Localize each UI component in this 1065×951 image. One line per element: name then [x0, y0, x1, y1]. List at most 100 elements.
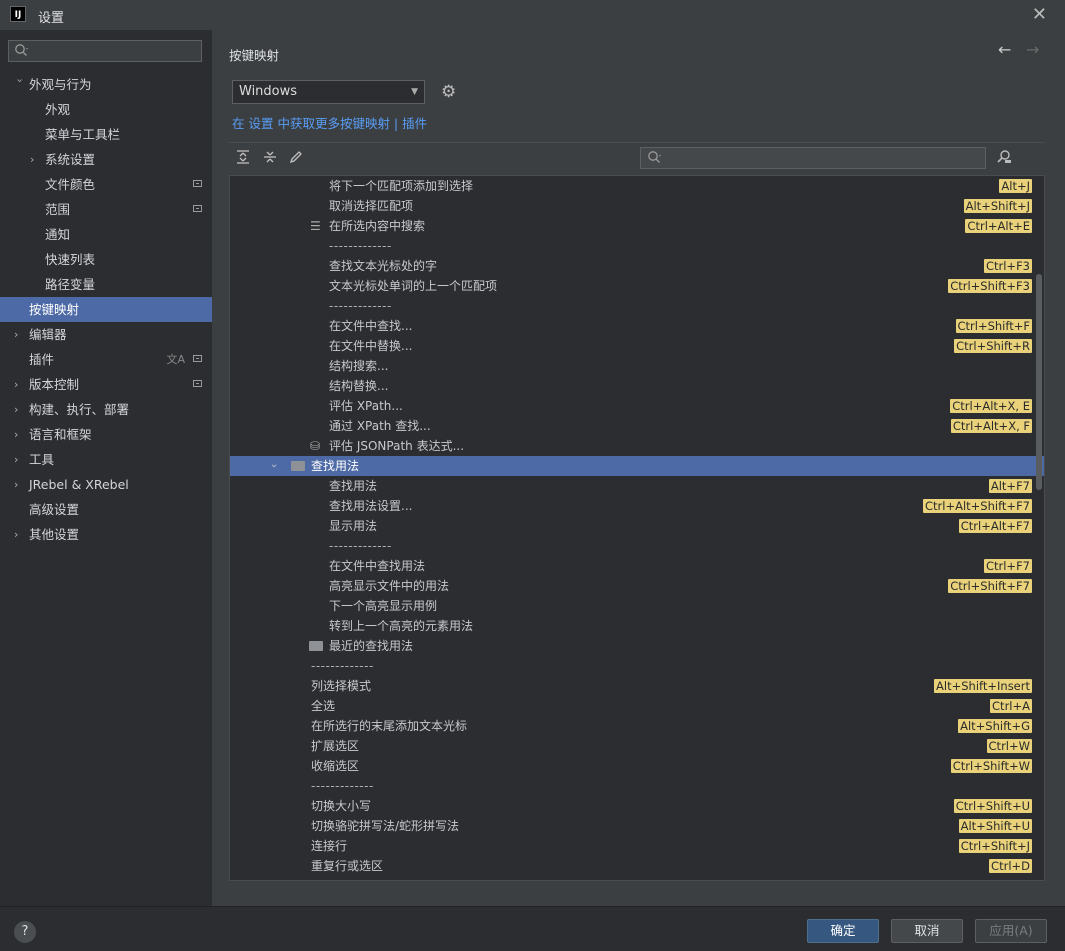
expand-all-icon[interactable]	[236, 150, 250, 168]
action-row[interactable]: 文本光标处单词的上一个匹配项 Ctrl+Shift+F3	[230, 276, 1044, 296]
sidebar-item[interactable]: › JRebel & XRebel	[0, 472, 212, 497]
action-label: 扩展选区	[311, 739, 360, 753]
action-row[interactable]: 转到上一个高亮的元素用法	[230, 616, 1044, 636]
sidebar-item[interactable]: 外观	[0, 97, 212, 122]
action-row[interactable]: 扩展选区 Ctrl+W	[230, 736, 1044, 756]
action-row[interactable]: 查找用法 Alt+F7	[230, 476, 1044, 496]
help-button[interactable]: ?	[14, 921, 36, 943]
action-row[interactable]: 评估 XPath... Ctrl+Alt+X, E	[230, 396, 1044, 416]
search-icon	[14, 43, 30, 62]
gear-icon[interactable]: ⚙	[441, 82, 456, 102]
keymap-links: 在 设置 中获取更多按键映射 | 插件	[232, 113, 427, 132]
sidebar-item[interactable]: 通知	[0, 222, 212, 247]
settings-tree: › 外观与行为 外观 菜单与工具栏 › 系统设置 文件颜色 范围 通知 快速列表 路径变量 按键映射 ›…	[0, 72, 212, 547]
settings-sidebar: › 外观与行为 外观 菜单与工具栏 › 系统设置 文件颜色 范围 通知 快速列表 路径变量 按键映射 ›…	[0, 30, 212, 906]
action-row[interactable]: 在文件中替换... Ctrl+Shift+R	[230, 336, 1044, 356]
sidebar-item[interactable]: › 外观与行为	[0, 72, 212, 97]
action-row[interactable]: 连接行 Ctrl+Shift+J	[230, 836, 1044, 856]
back-arrow-icon[interactable]: ←	[998, 40, 1011, 59]
action-row[interactable]: 下一个高亮显示用例	[230, 596, 1044, 616]
keymap-action-tree[interactable]: 将下一个匹配项添加到选择 Alt+J 取消选择匹配项 Alt+Shift+J ☰ 在所选内…	[229, 175, 1045, 881]
action-row[interactable]: 通过 XPath 查找... Ctrl+Alt+X, F	[230, 416, 1044, 436]
sidebar-item[interactable]: › 其他设置	[0, 522, 212, 547]
action-label: 列选择模式	[311, 679, 372, 693]
sidebar-item-label: 外观	[45, 102, 71, 117]
edit-pencil-icon[interactable]	[289, 150, 303, 168]
divider	[229, 142, 1045, 143]
more-keymaps-link[interactable]: 在 设置 中获取更多按键映射	[232, 116, 390, 131]
action-row[interactable]: ☰ 在所选内容中搜索 Ctrl+Alt+E	[230, 216, 1044, 236]
action-row[interactable]: 显示用法 Ctrl+Alt+F7	[230, 516, 1044, 536]
action-row[interactable]: 结构搜索...	[230, 356, 1044, 376]
action-filter-field[interactable]	[640, 147, 986, 170]
chevron-right-icon[interactable]: ›	[14, 472, 26, 497]
settings-search-field[interactable]	[8, 40, 202, 63]
action-row[interactable]: 切换大小写 Ctrl+Shift+U	[230, 796, 1044, 816]
action-row[interactable]: 在所选行的末尾添加文本光标 Alt+Shift+G	[230, 716, 1044, 736]
chevron-right-icon[interactable]: ›	[14, 522, 26, 547]
sidebar-item[interactable]: › 编辑器	[0, 322, 212, 347]
collapse-all-icon[interactable]	[263, 150, 277, 168]
apply-button[interactable]: 应用(A)	[975, 919, 1047, 943]
cancel-button[interactable]: 取消	[891, 919, 963, 943]
action-row[interactable]: 全选 Ctrl+A	[230, 696, 1044, 716]
action-label: 切换骆驼拼写法/蛇形拼写法	[311, 819, 460, 833]
chevron-right-icon[interactable]: ›	[14, 422, 26, 447]
action-filter-input[interactable]	[665, 148, 969, 170]
chevron-right-icon[interactable]: ›	[14, 447, 26, 472]
action-row[interactable]: 在文件中查找... Ctrl+Shift+F	[230, 316, 1044, 336]
list-scrollbar[interactable]	[1036, 274, 1042, 490]
ok-button[interactable]: 确定	[807, 919, 879, 943]
shortcut-badge: Alt+J	[999, 179, 1032, 193]
shortcut-badge: Ctrl+Alt+E	[965, 219, 1032, 233]
sidebar-item[interactable]: 范围	[0, 197, 212, 222]
action-row[interactable]: 高亮显示文件中的用法 Ctrl+Shift+F7	[230, 576, 1044, 596]
find-by-shortcut-icon[interactable]	[996, 149, 1012, 169]
action-row[interactable]: 重复行或选区 Ctrl+D	[230, 856, 1044, 876]
action-label: 最近的查找用法	[329, 639, 414, 653]
sidebar-item[interactable]: 菜单与工具栏	[0, 122, 212, 147]
close-icon[interactable]: ✕	[1032, 4, 1047, 25]
search-in-selection-icon: ☰	[310, 219, 321, 233]
action-row[interactable]: 收缩选区 Ctrl+Shift+W	[230, 756, 1044, 776]
action-row[interactable]: 切换骆驼拼写法/蛇形拼写法 Alt+Shift+U	[230, 816, 1044, 836]
sidebar-item[interactable]: 文件颜色	[0, 172, 212, 197]
action-row[interactable]: 取消选择匹配项 Alt+Shift+J	[230, 196, 1044, 216]
jsonpath-icon: ⛁	[310, 439, 321, 453]
dropdown-arrow-icon: ▼	[411, 87, 418, 97]
sidebar-item[interactable]: 插件 文A	[0, 347, 212, 372]
sidebar-item[interactable]: 按键映射	[0, 297, 212, 322]
forward-arrow-icon: →	[1026, 40, 1040, 59]
chevron-right-icon[interactable]: ›	[14, 372, 26, 397]
action-label: 结构替换...	[329, 379, 389, 393]
sidebar-item[interactable]: › 版本控制	[0, 372, 212, 397]
shortcut-badge: Ctrl+Shift+U	[953, 799, 1032, 813]
sidebar-item[interactable]: › 系统设置	[0, 147, 212, 172]
sidebar-item[interactable]: 高级设置	[0, 497, 212, 522]
action-row[interactable]: 结构替换...	[230, 376, 1044, 396]
action-row[interactable]: 在文件中查找用法 Ctrl+F7	[230, 556, 1044, 576]
action-label: -------------	[311, 779, 374, 793]
sidebar-item-label: 系统设置	[45, 152, 96, 167]
chevron-right-icon[interactable]: ›	[14, 397, 26, 422]
settings-search-input[interactable]	[31, 41, 195, 63]
sidebar-item[interactable]: › 构建、执行、部署	[0, 397, 212, 422]
chevron-down-icon[interactable]: ›	[264, 464, 284, 468]
action-group-row[interactable]: › 查找用法	[230, 456, 1044, 476]
action-row[interactable]: 最近的查找用法	[230, 636, 1044, 656]
action-row[interactable]: 查找用法设置... Ctrl+Alt+Shift+F7	[230, 496, 1044, 516]
sidebar-item[interactable]: › 语言和框架	[0, 422, 212, 447]
chevron-right-icon[interactable]: ›	[30, 147, 42, 172]
chevron-right-icon[interactable]: ›	[14, 322, 26, 347]
action-row[interactable]: 查找文本光标处的字 Ctrl+F3	[230, 256, 1044, 276]
sidebar-item[interactable]: 路径变量	[0, 272, 212, 297]
keymap-dropdown[interactable]: Windows ▼	[232, 80, 425, 104]
sidebar-item[interactable]: 快速列表	[0, 247, 212, 272]
shortcut-badge: Ctrl+Shift+R	[954, 339, 1032, 353]
action-row[interactable]: 列选择模式 Alt+Shift+Insert	[230, 676, 1044, 696]
sidebar-item[interactable]: › 工具	[0, 447, 212, 472]
action-row[interactable]: ⛁ 评估 JSONPath 表达式...	[230, 436, 1044, 456]
shortcut-badge: Ctrl+W	[986, 739, 1032, 753]
action-row[interactable]: 将下一个匹配项添加到选择 Alt+J	[230, 176, 1044, 196]
plugins-link[interactable]: 插件	[402, 116, 427, 131]
